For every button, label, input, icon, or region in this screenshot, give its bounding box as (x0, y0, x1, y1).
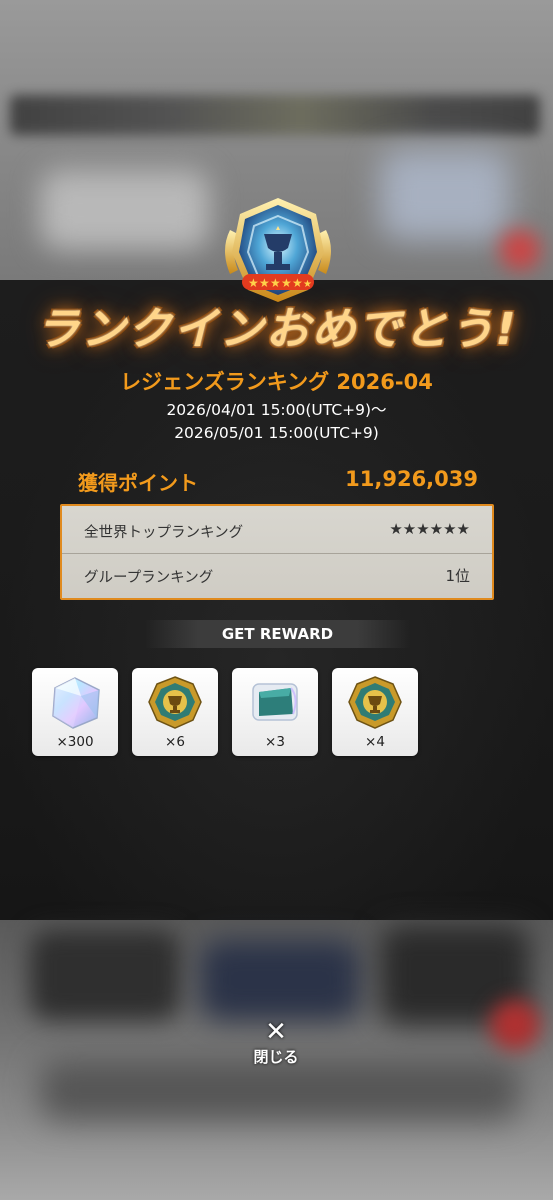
close-icon: ✕ (265, 1017, 287, 1047)
close-label: 閉じる (253, 1048, 299, 1066)
ticket-icon (252, 683, 298, 721)
svg-text:★: ★ (281, 276, 292, 290)
svg-text:★: ★ (270, 276, 281, 290)
reward-qty: ×3 (265, 734, 285, 750)
svg-text:★: ★ (292, 276, 303, 290)
points-value: 11,926,039 (345, 467, 478, 491)
reward-item[interactable]: ×3 (232, 668, 318, 756)
ranking-label: 全世界トップランキング (84, 525, 244, 541)
gold-medal-icon (148, 676, 202, 729)
ranking-row-world: 全世界トップランキング ★★★★★★ (62, 509, 492, 554)
ranking-value: ★★★★★★ (389, 520, 470, 538)
reward-qty: ×4 (365, 734, 385, 750)
reward-list: ×300 ×6 ×3 ×4 (32, 668, 432, 758)
svg-text:★: ★ (248, 276, 259, 290)
ranking-table: 全世界トップランキング ★★★★★★ グループランキング 1位 (60, 504, 494, 600)
points-label: 獲得ポイント (78, 471, 198, 495)
crystal-icon (52, 677, 100, 729)
svg-text:★: ★ (303, 279, 312, 290)
svg-text:★: ★ (259, 276, 270, 290)
ranking-row-group: グループランキング 1位 (62, 554, 492, 598)
reward-item[interactable]: ×6 (132, 668, 218, 756)
reward-qty: ×300 (56, 734, 94, 750)
ranking-label: グループランキング (84, 570, 214, 586)
gold-medal-icon (348, 676, 402, 729)
reward-header: GET REWARD (145, 620, 410, 648)
close-button[interactable]: ✕ 閉じる (240, 1018, 312, 1076)
ranking-value: 1位 (445, 567, 470, 585)
reward-item[interactable]: ×4 (332, 668, 418, 756)
period-end: 2026/05/01 15:00(UTC+9) (174, 424, 379, 442)
event-period: 2026/04/01 15:00(UTC+9)～ 2026/05/01 15:0… (0, 399, 553, 445)
reward-item[interactable]: ×300 (32, 668, 118, 756)
reward-qty: ×6 (165, 734, 185, 750)
event-name: レジェンズランキング 2026-04 (120, 370, 433, 394)
congrats-title: ランクインおめでとう! (35, 304, 518, 355)
points-row: 獲得ポイント 11,926,039 (78, 465, 478, 499)
period-start: 2026/04/01 15:00(UTC+9)～ (166, 401, 387, 419)
